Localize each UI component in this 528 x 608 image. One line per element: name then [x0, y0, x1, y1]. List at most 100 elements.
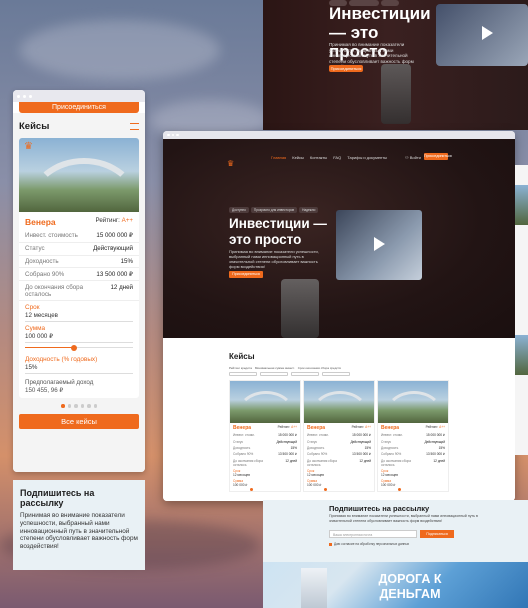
bridge-arc: [29, 158, 139, 212]
login-label: Войти: [409, 155, 421, 160]
subscribe-description: Принимая во внимание показатели успешнос…: [329, 514, 478, 523]
nav-item-home[interactable]: Главная: [271, 155, 286, 160]
filter-select[interactable]: [322, 372, 350, 376]
case-rating: Рейтинг: A++: [352, 425, 371, 431]
term-value[interactable]: 12 месяцев: [25, 311, 133, 322]
email-input[interactable]: Ваша электронная почта: [329, 530, 417, 538]
subscribe-title: Подпишитесь на рассылку: [20, 488, 95, 508]
case-rating: Рейтинг: A++: [95, 217, 133, 227]
case-row: Собрано 90% 13 500 000 ₽: [19, 268, 139, 282]
rating-label: Рейтинг:: [425, 425, 439, 429]
case-row: Доходность 15%: [19, 256, 139, 269]
row-value: 13 500 000 ₽: [96, 270, 133, 278]
row-value: Действующий: [276, 439, 297, 444]
case-card[interactable]: Венера Рейтинг: A++ Инвест. стоим. 15 000 …: [229, 380, 301, 492]
join-button[interactable]: Присоединиться: [424, 153, 452, 160]
row-value: 15%: [290, 445, 297, 450]
nav-item-cases[interactable]: Кейсы: [292, 155, 304, 160]
play-icon[interactable]: [482, 26, 493, 40]
play-icon[interactable]: [374, 237, 385, 251]
case-row: До окончания сбора осталось 12 дней: [19, 281, 139, 301]
pager-dot[interactable]: [93, 404, 97, 408]
slider-knob[interactable]: [398, 487, 401, 491]
filter-select[interactable]: [260, 372, 288, 376]
slider-knob[interactable]: [70, 344, 77, 351]
sum-value[interactable]: 100 000 ₽: [304, 483, 374, 487]
yield-value[interactable]: 15%: [25, 363, 133, 374]
nav-item-contacts[interactable]: Контакты: [310, 155, 327, 160]
case-card[interactable]: Венера Рейтинг: A++ Инвест. стоим. 15 000 …: [303, 380, 375, 492]
pager-dot[interactable]: [61, 404, 65, 408]
row-label: Статус: [233, 439, 244, 444]
case-rating: Рейтинг: A++: [278, 425, 297, 431]
row-label: Инвест. стоим.: [381, 433, 403, 438]
case-row: До окончания сбора осталось 12 дней: [378, 458, 448, 468]
row-value: 13 500 000 ₽: [278, 452, 297, 457]
case-row: До окончания сбора осталось 12 дней: [304, 458, 374, 468]
navbar: ♛ Главная Кейсы Контакты FAQ Тарифы и до…: [163, 153, 515, 168]
filter-labels: Рейтинг кредита Минимальная сумма инвест…: [229, 366, 449, 370]
row-value: 15 000 000 ₽: [96, 232, 133, 240]
sum-value[interactable]: 100 000 ₽: [25, 332, 133, 343]
term-label: Срок: [25, 303, 40, 311]
window-dot: [29, 94, 32, 98]
filter-select[interactable]: [229, 372, 257, 376]
video-preview[interactable]: [336, 210, 422, 280]
banner-title: ДОРОГА К ДЕНЬГАМ: [378, 572, 442, 601]
nav-item-tariffs[interactable]: Тарифы и документы: [347, 155, 387, 160]
consent-checkbox[interactable]: Даю согласие на обработку персональных д…: [329, 542, 409, 546]
pager-dot[interactable]: [74, 404, 78, 408]
join-button[interactable]: Присоединиться: [19, 102, 139, 113]
subscribe-title: Подпишитесь на рассылку: [329, 504, 430, 513]
pager-dot[interactable]: [67, 404, 71, 408]
hero-chip: Доступно: [229, 207, 249, 213]
sum-value[interactable]: 100 000 ₽: [230, 483, 300, 487]
hero-join-button[interactable]: Присоединиться: [229, 271, 263, 278]
slider-knob[interactable]: [250, 487, 253, 491]
filter-select[interactable]: [291, 372, 319, 376]
rating-value: A++: [291, 425, 297, 429]
filter-label: Минимальная сумма инвест.: [254, 366, 295, 370]
row-label: Собрано 90%: [381, 452, 402, 457]
cases-cards: Венера Рейтинг: A++ Инвест. стоим. 15 000 …: [229, 380, 449, 492]
case-image: [515, 335, 528, 375]
case-card[interactable]: Венера Рейтинг: A++ Инвест. стоим. 15 000 …: [377, 380, 449, 492]
bridge-arc: [236, 391, 296, 423]
cases-title: Кейсы: [19, 121, 50, 132]
login-link[interactable]: ⚇ Войти: [405, 155, 421, 160]
case-name-row: Венера Рейтинг: A++: [304, 423, 374, 432]
window-dot: [167, 133, 170, 137]
case-image: [304, 381, 374, 423]
row-value: 15 000 000 ₽: [352, 433, 371, 438]
nav-item-faq[interactable]: FAQ: [333, 155, 341, 160]
pager-dot[interactable]: [87, 404, 91, 408]
all-cases-button[interactable]: Все кейсы: [19, 413, 139, 429]
join-button[interactable]: Присоединиться: [329, 65, 363, 72]
row-value: 15%: [120, 257, 133, 265]
logo[interactable]: ♛: [227, 153, 243, 168]
window-dot: [171, 133, 174, 137]
window-dot: [23, 94, 26, 98]
case-name-row: Венера Рейтинг: A++: [19, 212, 139, 230]
checkbox-icon[interactable]: [329, 542, 332, 546]
sum-value[interactable]: 100 000 ₽: [378, 483, 448, 487]
case-card[interactable]: ♛ Венера Рейтинг: A++ Инвест. стоимость 1…: [19, 138, 139, 399]
slider-knob[interactable]: [324, 487, 327, 491]
filter-icon[interactable]: [130, 123, 139, 130]
crown-icon: ♛: [227, 159, 235, 168]
cases-section: Кейсы ♛ Венера Рейтинг: A++ Инвест. стои…: [13, 113, 145, 472]
case-row: Статус Действующий: [19, 243, 139, 256]
sum-slider[interactable]: [25, 344, 133, 351]
pager-dot[interactable]: [80, 404, 84, 408]
row-value: 15%: [364, 445, 371, 450]
row-label: Инвест. стоим.: [233, 433, 255, 438]
income-label: Предполагаемый доход: [25, 378, 94, 386]
case-name: Венера: [307, 425, 326, 431]
subscribe-description: Принимая во внимание показатели успешнос…: [20, 512, 138, 551]
window-dot: [176, 133, 179, 137]
subscribe-button[interactable]: Подписаться: [420, 530, 454, 538]
bridge-arc: [310, 391, 370, 423]
video-preview[interactable]: [436, 4, 528, 66]
rating-value: A++: [121, 217, 133, 224]
row-value: Действующий: [424, 439, 445, 444]
